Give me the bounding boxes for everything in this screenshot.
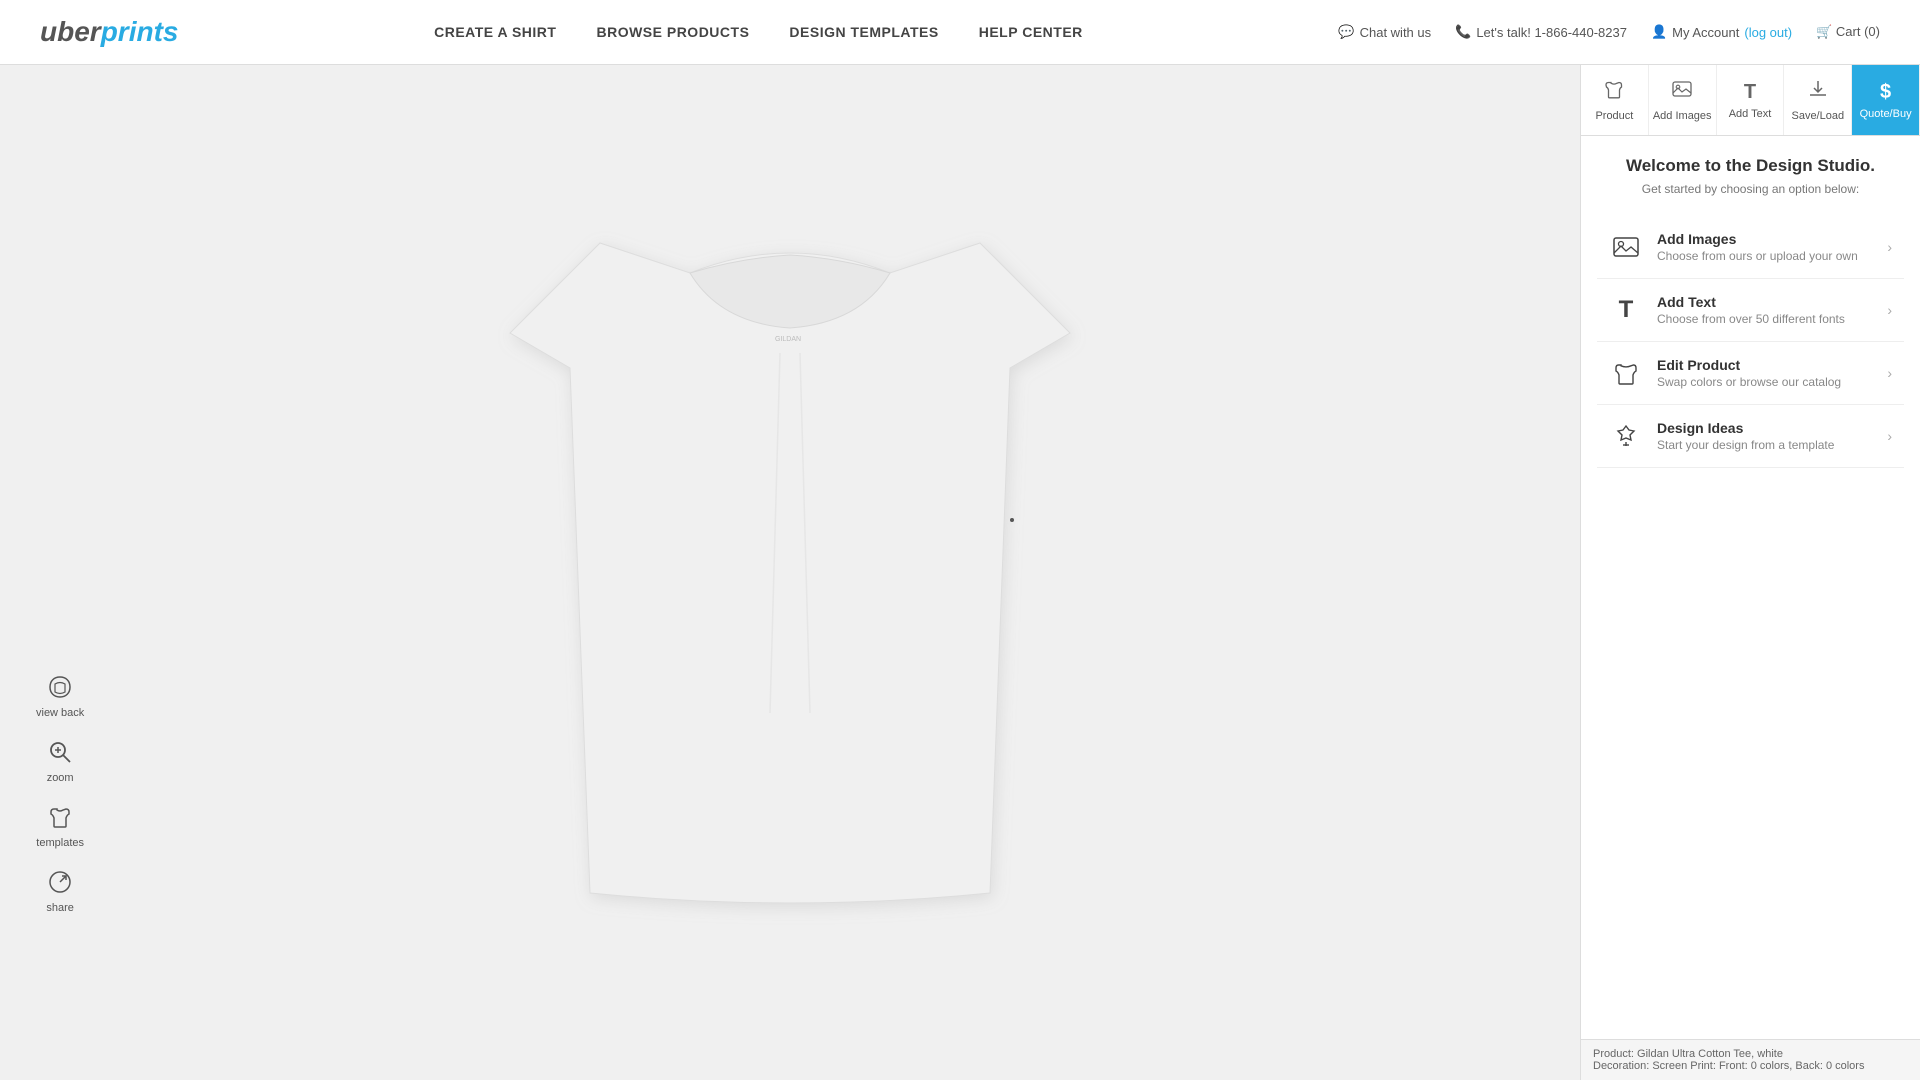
design-ideas-title: Design Ideas	[1657, 420, 1873, 436]
toolbar-tabs: Product Add Images T Add Text	[1581, 65, 1920, 136]
share-icon	[47, 869, 73, 899]
tab-add-text[interactable]: T Add Text	[1717, 65, 1785, 135]
main-layout: view back zoom	[0, 65, 1920, 1080]
left-tools: view back zoom	[30, 668, 90, 920]
phone-icon: 📞	[1455, 24, 1471, 40]
tshirt-container: GILDAN	[480, 213, 1100, 933]
save-load-tab-icon	[1807, 78, 1829, 106]
add-text-text: Add Text Choose from over 50 different f…	[1657, 294, 1873, 326]
tab-save-load[interactable]: Save/Load	[1784, 65, 1852, 135]
add-images-desc: Choose from ours or upload your own	[1657, 249, 1873, 263]
share-button[interactable]: share	[40, 863, 80, 920]
logout-link[interactable]: (log out)	[1744, 25, 1792, 40]
share-label: share	[46, 902, 74, 914]
templates-label: templates	[36, 837, 84, 849]
logo-uber: uber	[40, 16, 101, 47]
edit-product-text: Edit Product Swap colors or browse our c…	[1657, 357, 1873, 389]
zoom-label: zoom	[47, 772, 74, 784]
zoom-button[interactable]: zoom	[41, 733, 80, 790]
chat-link[interactable]: 💬 Chat with us	[1338, 24, 1431, 40]
decoration-label: Decoration:	[1593, 1060, 1649, 1072]
phone-link[interactable]: 📞 Let's talk! 1-866-440-8237	[1455, 24, 1627, 40]
account-icon: 👤	[1651, 24, 1667, 40]
templates-icon	[47, 804, 73, 834]
nav-create[interactable]: CREATE A SHIRT	[434, 24, 556, 40]
main-nav: CREATE A SHIRT BROWSE PRODUCTS DESIGN TE…	[434, 24, 1083, 40]
add-text-desc: Choose from over 50 different fonts	[1657, 312, 1873, 326]
tab-quote-buy[interactable]: $ Quote/Buy	[1852, 65, 1920, 135]
view-back-icon	[47, 674, 73, 704]
studio-content: Welcome to the Design Studio. Get starte…	[1581, 136, 1920, 1039]
edit-product-icon	[1609, 356, 1643, 390]
design-ideas-text: Design Ideas Start your design from a te…	[1657, 420, 1873, 452]
phone-label: Let's talk! 1-866-440-8237	[1476, 25, 1627, 40]
canvas-area[interactable]: view back zoom	[0, 65, 1580, 1080]
design-ideas-icon	[1609, 419, 1643, 453]
view-back-label: view back	[36, 707, 84, 719]
panel-footer: Product: Gildan Ultra Cotton Tee, white …	[1581, 1039, 1920, 1080]
edit-product-arrow: ›	[1887, 365, 1892, 381]
add-text-arrow: ›	[1887, 302, 1892, 318]
design-ideas-arrow: ›	[1887, 428, 1892, 444]
add-images-tab-icon	[1671, 78, 1693, 106]
add-text-icon: T	[1609, 293, 1643, 327]
studio-title: Welcome to the Design Studio.	[1597, 156, 1904, 176]
header-right: 💬 Chat with us 📞 Let's talk! 1-866-440-8…	[1338, 24, 1880, 40]
add-images-arrow: ›	[1887, 239, 1892, 255]
edit-product-title: Edit Product	[1657, 357, 1873, 373]
menu-add-images[interactable]: Add Images Choose from ours or upload yo…	[1597, 216, 1904, 279]
logo[interactable]: uberprints	[40, 18, 178, 46]
add-text-tab-label: Add Text	[1729, 108, 1772, 120]
header: uberprints CREATE A SHIRT BROWSE PRODUCT…	[0, 0, 1920, 65]
menu-edit-product[interactable]: Edit Product Swap colors or browse our c…	[1597, 342, 1904, 405]
nav-design[interactable]: DESIGN TEMPLATES	[789, 24, 938, 40]
product-tab-label: Product	[1595, 110, 1633, 122]
add-images-text: Add Images Choose from ours or upload yo…	[1657, 231, 1873, 263]
product-label: Product:	[1593, 1048, 1634, 1060]
product-tab-icon	[1603, 78, 1625, 106]
logo-prints: prints	[101, 16, 179, 47]
menu-add-text[interactable]: T Add Text Choose from over 50 different…	[1597, 279, 1904, 342]
account-label: My Account	[1672, 25, 1739, 40]
account-link[interactable]: 👤 My Account (log out)	[1651, 24, 1792, 40]
view-back-button[interactable]: view back	[30, 668, 90, 725]
right-panel: Product Add Images T Add Text	[1580, 65, 1920, 1080]
studio-subtitle: Get started by choosing an option below:	[1597, 182, 1904, 196]
nav-browse[interactable]: BROWSE PRODUCTS	[596, 24, 749, 40]
tab-add-images[interactable]: Add Images	[1649, 65, 1717, 135]
edit-product-desc: Swap colors or browse our catalog	[1657, 375, 1873, 389]
decoration-value: Screen Print: Front: 0 colors, Back: 0 c…	[1652, 1060, 1864, 1072]
zoom-icon	[47, 739, 73, 769]
add-images-tab-label: Add Images	[1653, 110, 1712, 122]
chat-label: Chat with us	[1360, 25, 1432, 40]
add-text-title: Add Text	[1657, 294, 1873, 310]
add-text-tab-icon: T	[1744, 81, 1756, 104]
design-ideas-desc: Start your design from a template	[1657, 438, 1873, 452]
tshirt-svg: GILDAN	[480, 213, 1100, 933]
save-load-tab-label: Save/Load	[1791, 110, 1844, 122]
product-value: Gildan Ultra Cotton Tee, white	[1637, 1048, 1783, 1060]
chat-icon: 💬	[1338, 24, 1354, 40]
add-images-title: Add Images	[1657, 231, 1873, 247]
add-images-icon	[1609, 230, 1643, 264]
cart-link[interactable]: 🛒 Cart (0)	[1816, 24, 1880, 40]
templates-button[interactable]: templates	[30, 798, 90, 855]
tab-product[interactable]: Product	[1581, 65, 1649, 135]
quote-buy-tab-icon: $	[1880, 81, 1891, 104]
svg-text:GILDAN: GILDAN	[775, 336, 801, 343]
quote-buy-tab-label: Quote/Buy	[1860, 108, 1912, 120]
menu-design-ideas[interactable]: Design Ideas Start your design from a te…	[1597, 405, 1904, 468]
nav-help[interactable]: HELP CENTER	[979, 24, 1083, 40]
